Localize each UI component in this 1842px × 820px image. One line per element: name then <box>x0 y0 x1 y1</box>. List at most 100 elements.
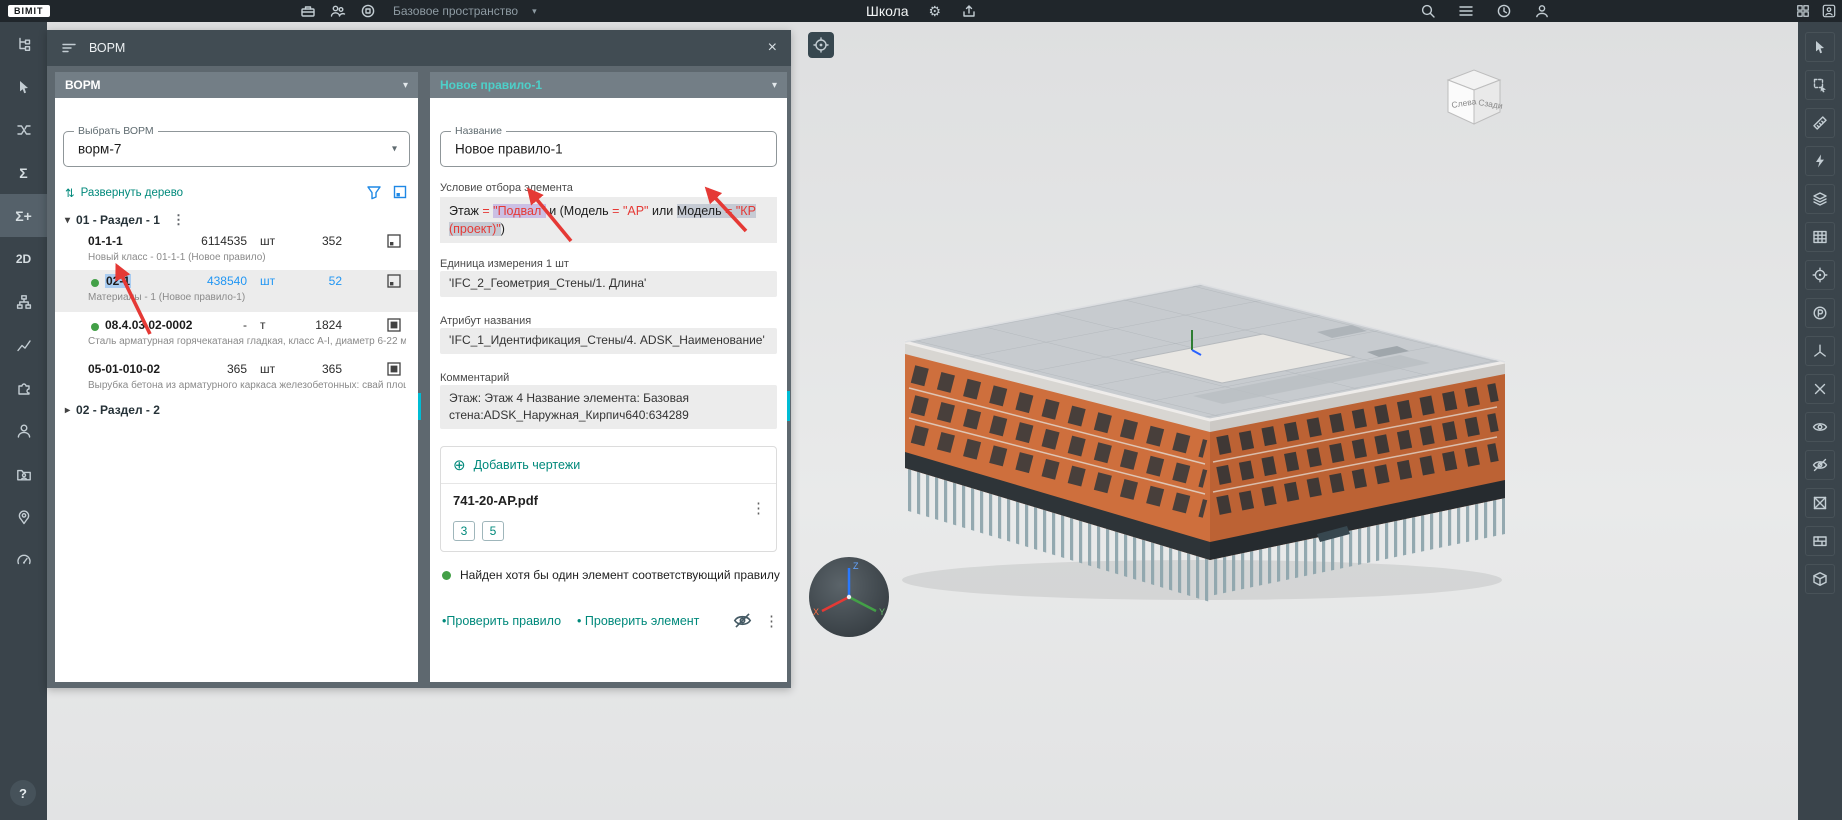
condition-expression[interactable]: Этаж = "Подвал" и (Модель = "АР" или Мод… <box>440 197 777 243</box>
rule-column-body: Название Новое правило-1 Условие отбора … <box>430 98 787 682</box>
sidebar-item-plugins[interactable] <box>0 366 47 409</box>
table-row[interactable]: 08.4.03.02-0002 - т 1824 Сталь арматурна… <box>55 314 418 356</box>
table-row[interactable]: 05-01-010-02 365 шт 365 Вырубка бетона и… <box>55 358 418 398</box>
select-box-icon <box>1813 78 1826 93</box>
row-subtitle: Вырубка бетона из арматурного каркаса же… <box>88 380 406 391</box>
sidebar-item-model-tree[interactable] <box>0 22 47 65</box>
sidebar-item-contacts[interactable] <box>0 495 47 538</box>
sidebar-item-2d[interactable]: 2D <box>0 237 47 280</box>
quick-action-button[interactable] <box>1805 146 1835 176</box>
users-icon[interactable] <box>330 3 346 19</box>
drawing-page-chip[interactable]: 3 <box>453 521 475 541</box>
section-box-button[interactable] <box>1805 564 1835 594</box>
sidebar-item-dashboard[interactable] <box>0 538 47 581</box>
table-row[interactable]: 01-1-1 6114535 шт 352 Новый класс - 01-1… <box>55 230 418 268</box>
rule-frame-icon[interactable] <box>387 274 401 293</box>
drawing-file-name[interactable]: 741-20-AP.pdf <box>453 493 538 508</box>
select-tool-button[interactable] <box>1805 32 1835 62</box>
focus-icon <box>813 37 829 53</box>
sidebar-item-links[interactable] <box>0 108 47 151</box>
eye-off-icon <box>1812 458 1828 472</box>
gizmo-y-label: Y <box>879 607 885 617</box>
focus-model-button[interactable] <box>808 32 834 58</box>
sidebar-item-hierarchy[interactable] <box>0 280 47 323</box>
check-element-button[interactable]: • Проверить элемент <box>577 614 699 628</box>
sidebar-item-roles[interactable] <box>0 452 47 495</box>
kebab-icon[interactable]: ⋮ <box>751 499 766 517</box>
workspace-select[interactable]: Базовое пространство ▾ <box>393 0 537 22</box>
row-qty: - <box>243 318 247 332</box>
apps-icon[interactable] <box>1796 4 1810 18</box>
axes-tool-button[interactable] <box>1805 336 1835 366</box>
rule-filled-icon[interactable] <box>387 362 401 381</box>
rule-name-field[interactable]: Название Новое правило-1 <box>440 125 777 167</box>
sidebar-item-graph[interactable] <box>0 323 47 366</box>
kebab-icon[interactable]: ⋮ <box>764 612 779 630</box>
rule-filled-icon[interactable] <box>387 318 401 337</box>
app-logo[interactable]: BIMIT <box>8 5 50 17</box>
line-chart-icon <box>16 339 31 351</box>
kebab-icon[interactable]: ⋮ <box>172 212 185 228</box>
hide-button[interactable] <box>1805 450 1835 480</box>
sidebar-item-users[interactable] <box>0 409 47 452</box>
select-box-button[interactable] <box>1805 70 1835 100</box>
list-icon[interactable] <box>1458 3 1474 19</box>
history-icon[interactable] <box>1496 3 1512 19</box>
rule-frame-icon[interactable] <box>387 234 401 253</box>
comment-value[interactable]: Этаж: Этаж 4 Название элемента: Базовая … <box>440 385 777 429</box>
drawings-card: ⊕ Добавить чертежи 741-20-AP.pdf ⋮ 3 5 <box>440 446 777 552</box>
view-cube[interactable]: Слева Сзади <box>1438 62 1510 134</box>
drawing-page-chip[interactable]: 5 <box>482 521 504 541</box>
vorm-select-value: ворм-7 <box>78 141 122 157</box>
sidebar-item-sum[interactable]: Σ <box>0 151 47 194</box>
layers-button[interactable] <box>1805 184 1835 214</box>
gizmo-x-label: X <box>813 607 819 617</box>
frame-icon[interactable] <box>392 184 408 200</box>
rule-column-header[interactable]: Новое правило-1 ▾ <box>430 72 787 98</box>
focus-selection-button[interactable] <box>1805 260 1835 290</box>
isolate-button[interactable] <box>1805 488 1835 518</box>
spaces-icon[interactable] <box>360 3 376 19</box>
status-dot <box>91 323 99 331</box>
lightning-icon <box>1816 154 1824 168</box>
attribute-value[interactable]: 'IFC_1_Идентификация_Стены/4. ADSK_Наиме… <box>440 328 777 354</box>
share-icon[interactable] <box>961 3 977 19</box>
user-icon[interactable] <box>1534 3 1550 19</box>
tree-scrollbar[interactable] <box>418 393 421 420</box>
row-subtitle: Новый класс - 01-1-1 (Новое правило) <box>88 252 266 263</box>
toolbox-icon[interactable] <box>300 3 316 19</box>
filter-icon[interactable] <box>366 184 382 200</box>
panel-menu-icon[interactable] <box>61 40 77 56</box>
wall-section-button[interactable] <box>1805 526 1835 556</box>
grid-button[interactable] <box>1805 222 1835 252</box>
rule-scrollbar[interactable] <box>787 391 790 421</box>
tree-section[interactable]: ▸ 02 - Раздел - 2 <box>55 400 418 420</box>
help-button[interactable]: ? <box>10 780 36 806</box>
sidebar-item-sum-plus[interactable]: Σ+ <box>0 194 47 237</box>
row-unit: шт <box>260 234 276 248</box>
expand-tree-link[interactable]: ⇅ Развернуть дерево <box>65 186 183 200</box>
close-icon[interactable]: × <box>768 39 777 57</box>
check-rule-button[interactable]: •Проверить правило <box>442 614 561 628</box>
parking-mode-button[interactable] <box>1805 298 1835 328</box>
vorm-select[interactable]: Выбрать ВОРМ ворм-7 ▾ <box>63 125 410 167</box>
table-row-selected[interactable]: 02-1 438540 шт 52 Материалы - 1 (Новое п… <box>55 270 418 312</box>
cursor-icon <box>1816 41 1824 54</box>
account-icon[interactable] <box>1822 4 1836 18</box>
show-button[interactable] <box>1805 412 1835 442</box>
search-icon[interactable] <box>1420 3 1436 19</box>
tree-column-header[interactable]: ВОРМ ▾ <box>55 72 418 98</box>
vorm-select-label: Выбрать ВОРМ <box>74 125 158 137</box>
gear-icon[interactable]: ⚙ <box>929 3 942 20</box>
clear-selection-button[interactable] <box>1805 374 1835 404</box>
tree-column-title: ВОРМ <box>65 78 101 92</box>
unit-value[interactable]: 'IFC_2_Геометрия_Стены/1. Длина' <box>440 271 777 297</box>
comment-label: Комментарий <box>440 372 510 384</box>
navigation-gizmo[interactable]: Z X Y <box>805 553 893 641</box>
sidebar-item-select[interactable] <box>0 65 47 108</box>
eye-off-icon[interactable] <box>733 611 752 630</box>
tree-section[interactable]: ▾ 01 - Раздел - 1 ⋮ <box>55 210 418 230</box>
add-drawings-button[interactable]: ⊕ Добавить чертежи <box>453 456 580 474</box>
measure-button[interactable] <box>1805 108 1835 138</box>
org-chart-icon <box>16 294 31 309</box>
